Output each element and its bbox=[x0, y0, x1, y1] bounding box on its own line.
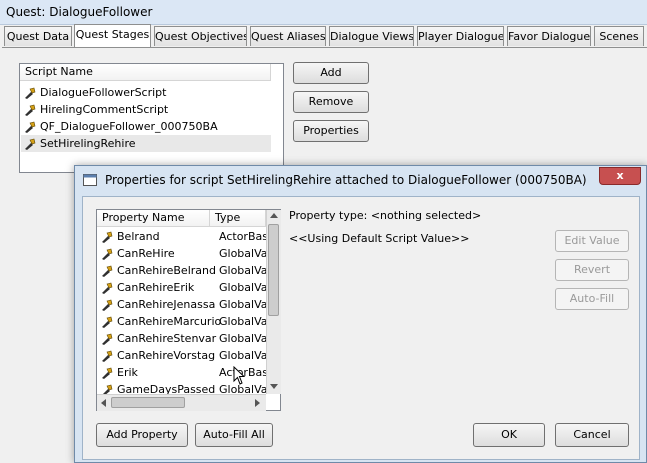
auto-fill-button[interactable]: Auto-Fill bbox=[555, 288, 629, 310]
property-icon bbox=[102, 350, 113, 362]
property-row[interactable]: CanRehireStenvar GlobalVari bbox=[101, 330, 275, 347]
property-icon bbox=[103, 384, 113, 394]
tab-scenes[interactable]: Scenes bbox=[594, 26, 644, 46]
tab-quest-objectives[interactable]: Quest Objectives bbox=[154, 26, 247, 46]
auto-fill-all-button[interactable]: Auto-Fill All bbox=[195, 423, 273, 447]
property-name: CanRehireBelrand bbox=[117, 264, 216, 277]
property-name: CanRehireVorstag bbox=[117, 349, 216, 362]
property-list[interactable]: Property Name Type Belrand ActorBase CanR… bbox=[96, 209, 281, 411]
window-title: Quest: DialogueFollower bbox=[6, 5, 153, 19]
script-item-label: QF_DialogueFollower_000750BA bbox=[40, 120, 218, 133]
script-list[interactable]: Script Name DialogueFollowerScript Hirel… bbox=[19, 63, 284, 173]
property-name-header[interactable]: Property Name bbox=[97, 210, 210, 227]
ok-button[interactable]: OK bbox=[473, 423, 545, 447]
property-icon bbox=[102, 333, 113, 345]
window-title-bar: Quest: DialogueFollower bbox=[0, 0, 647, 25]
remove-script-button[interactable]: Remove bbox=[293, 91, 369, 113]
property-icon bbox=[102, 367, 113, 379]
property-name: CanReHire bbox=[117, 247, 175, 260]
property-icon bbox=[102, 299, 113, 311]
tab-quest-stages[interactable]: Quest Stages bbox=[74, 24, 151, 47]
script-icon bbox=[25, 104, 36, 116]
revert-button[interactable]: Revert bbox=[555, 259, 629, 281]
tab-quest-data[interactable]: Quest Data bbox=[4, 26, 72, 46]
property-name: Belrand bbox=[117, 230, 160, 243]
tab-quest-aliases[interactable]: Quest Aliases bbox=[250, 26, 326, 46]
scroll-right-arrow-icon[interactable] bbox=[255, 399, 260, 407]
scroll-up-arrow-icon[interactable] bbox=[270, 213, 278, 218]
property-row[interactable]: CanRehireMarcurio GlobalVari bbox=[101, 313, 275, 330]
property-icon bbox=[102, 282, 113, 294]
property-icon bbox=[102, 231, 113, 243]
property-row[interactable]: CanRehireBelrand GlobalVari bbox=[101, 262, 275, 279]
window-icon bbox=[83, 174, 97, 186]
property-icon bbox=[102, 316, 113, 328]
property-row[interactable]: Belrand ActorBase bbox=[101, 228, 275, 245]
property-name: Erik bbox=[117, 366, 138, 379]
script-icon bbox=[25, 121, 36, 133]
tab-divider bbox=[2, 47, 647, 48]
script-item[interactable]: DialogueFollowerScript bbox=[24, 84, 166, 101]
property-name: CanRehireJenassa bbox=[117, 298, 216, 311]
property-name: CanRehireErik bbox=[117, 281, 195, 294]
mouse-cursor-icon bbox=[233, 366, 246, 385]
script-item-selected[interactable]: SetHirelingRehire bbox=[21, 135, 271, 152]
default-value-label: <<Using Default Script Value>> bbox=[289, 232, 470, 245]
tab-dialogue-views[interactable]: Dialogue Views bbox=[329, 26, 414, 46]
dialog-body: Property Name Type Belrand ActorBase CanR… bbox=[82, 196, 640, 460]
property-icon bbox=[102, 248, 113, 260]
property-type-label: Property type: <nothing selected> bbox=[289, 209, 482, 222]
script-item[interactable]: QF_DialogueFollower_000750BA bbox=[24, 118, 218, 135]
property-row[interactable]: CanRehireVorstag GlobalVari bbox=[101, 347, 275, 364]
property-name: CanRehireStenvar bbox=[117, 332, 217, 345]
script-icon bbox=[25, 87, 36, 99]
vertical-scroll-thumb[interactable] bbox=[268, 224, 279, 316]
script-item[interactable]: HirelingCommentScript bbox=[24, 101, 168, 118]
scroll-down-arrow-icon[interactable] bbox=[270, 384, 278, 389]
tab-player-dialogue[interactable]: Player Dialogue bbox=[417, 26, 504, 46]
property-name: GameDaysPassed bbox=[117, 383, 216, 394]
script-item-label: HirelingCommentScript bbox=[40, 103, 169, 116]
script-icon bbox=[25, 138, 36, 150]
horizontal-scrollbar[interactable] bbox=[97, 394, 266, 411]
dialog-title: Properties for script SetHirelingRehire … bbox=[105, 173, 587, 187]
add-script-button[interactable]: Add bbox=[293, 62, 369, 84]
add-property-button[interactable]: Add Property bbox=[96, 423, 188, 447]
vertical-scrollbar[interactable] bbox=[266, 210, 281, 394]
tab-strip: Quest Data Quest Stages Quest Objectives… bbox=[2, 24, 647, 48]
horizontal-scroll-thumb[interactable] bbox=[111, 397, 185, 408]
properties-button[interactable]: Properties bbox=[293, 120, 369, 142]
scroll-left-arrow-icon[interactable] bbox=[101, 399, 106, 407]
edit-value-button[interactable]: Edit Value bbox=[555, 230, 629, 252]
close-button[interactable]: x bbox=[599, 167, 641, 185]
property-row[interactable]: CanReHire GlobalVari bbox=[101, 245, 275, 262]
property-row[interactable]: CanRehireErik GlobalVari bbox=[101, 279, 275, 296]
property-row[interactable]: CanRehireJenassa GlobalVari bbox=[101, 296, 275, 313]
property-name: CanRehireMarcurio bbox=[117, 315, 222, 328]
cancel-button[interactable]: Cancel bbox=[555, 423, 629, 447]
properties-dialog: Properties for script SetHirelingRehire … bbox=[74, 165, 647, 463]
script-name-header[interactable]: Script Name bbox=[20, 64, 271, 81]
tab-favor-dialogue[interactable]: Favor Dialogue bbox=[507, 26, 591, 46]
property-icon bbox=[102, 265, 113, 277]
script-item-label: SetHirelingRehire bbox=[40, 137, 136, 150]
type-header[interactable]: Type bbox=[210, 210, 266, 227]
script-item-label: DialogueFollowerScript bbox=[40, 86, 167, 99]
